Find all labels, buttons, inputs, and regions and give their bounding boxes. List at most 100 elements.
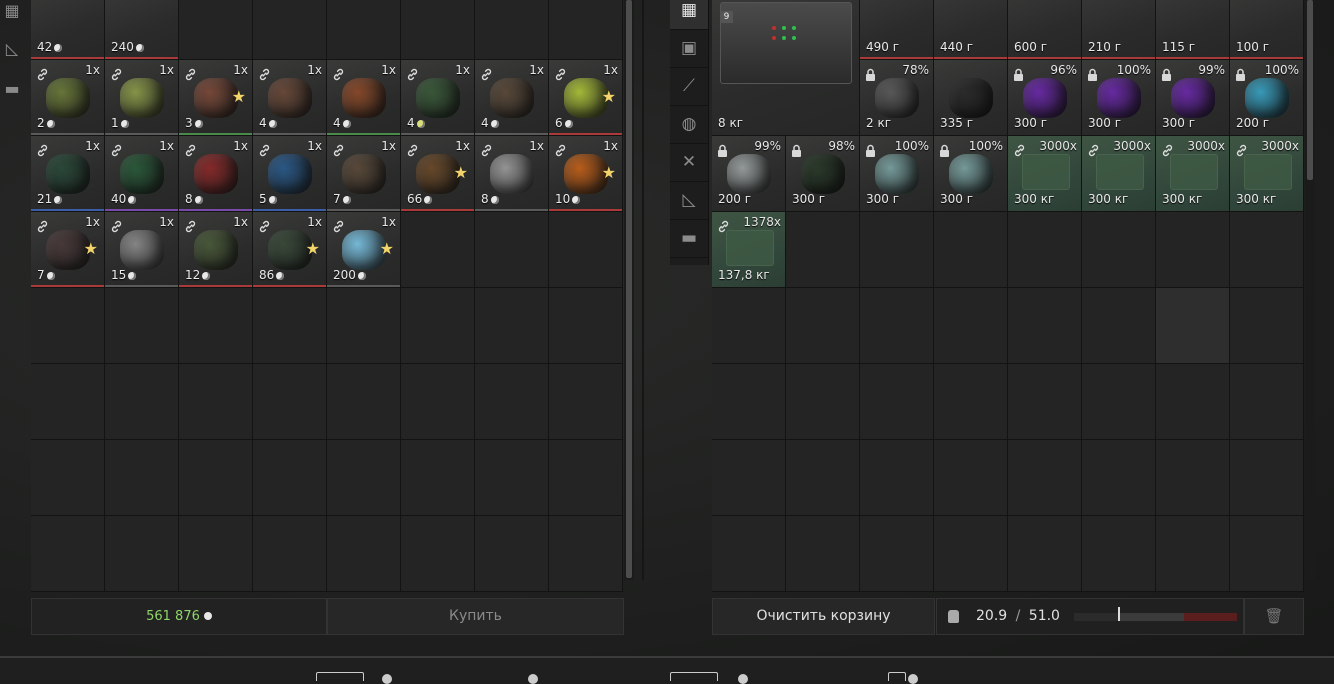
item-weight: 300 г xyxy=(1014,116,1048,130)
rarity-stripe xyxy=(327,285,400,287)
inventory-item[interactable]: 1x 15 xyxy=(105,212,179,288)
item-artwork xyxy=(874,77,919,118)
rarity-stripe xyxy=(31,57,104,59)
category-tab-backpack[interactable]: ▣ xyxy=(670,30,708,68)
weight-current: 20.9 xyxy=(976,608,1008,624)
inventory-item[interactable]: 1x 86 ★ xyxy=(253,212,327,288)
ruler-icon[interactable]: ◺ xyxy=(0,38,24,60)
rarity-stripe xyxy=(934,57,1007,59)
category-tab-helmet[interactable]: ◍ xyxy=(670,106,708,144)
trader-slot xyxy=(1156,516,1230,592)
right-scrollbar-thumb[interactable] xyxy=(1307,0,1313,180)
trader-item[interactable]: 335 г xyxy=(934,60,1008,136)
inventory-item[interactable]: 1x 66 ★ xyxy=(401,136,475,212)
trader-item[interactable]: 3000x 300 кг xyxy=(1008,136,1082,212)
inventory-slot xyxy=(327,364,401,440)
category-tab-tools[interactable]: ✕ xyxy=(670,144,708,182)
item-price: 200 xyxy=(333,268,366,282)
link-icon xyxy=(36,218,49,233)
item-weight: 300 кг xyxy=(1162,192,1203,206)
trader-item[interactable]: 3000x 300 кг xyxy=(1156,136,1230,212)
trader-item[interactable]: 210 г xyxy=(1082,0,1156,60)
inventory-item[interactable]: 1x 40 xyxy=(105,136,179,212)
inventory-item[interactable]: 1x 4 xyxy=(401,60,475,136)
coin-icon xyxy=(128,196,137,204)
item-durability: 99% xyxy=(754,139,781,153)
item-price: 240 xyxy=(111,40,144,54)
rarity-stripe xyxy=(1082,57,1155,59)
buy-button[interactable]: Купить xyxy=(327,598,624,635)
inventory-item[interactable]: 1x 5 xyxy=(253,136,327,212)
trader-item-large[interactable]: 9 8 кг xyxy=(712,0,860,136)
trader-item[interactable]: 100% 300 г xyxy=(934,136,1008,212)
category-tab-rifle[interactable]: ⟋ xyxy=(670,68,708,106)
trader-item[interactable]: 3000x 300 кг xyxy=(1082,136,1156,212)
rifle-icon: ⟋ xyxy=(683,76,695,96)
inventory-item[interactable]: 1x 3 ★ xyxy=(179,60,253,136)
inventory-item[interactable]: 1x 4 xyxy=(475,60,549,136)
trader-item[interactable]: 100% 200 г xyxy=(1230,60,1304,136)
link-icon xyxy=(332,142,345,157)
inventory-slot[interactable]: 42 xyxy=(31,0,105,60)
link-icon xyxy=(332,66,345,81)
inventory-item[interactable]: 1x 2 xyxy=(31,60,105,136)
trader-item[interactable]: 99% 300 г xyxy=(1156,60,1230,136)
link-icon xyxy=(1013,142,1026,157)
trader-item[interactable]: 99% 200 г xyxy=(712,136,786,212)
trader-item[interactable]: 440 г xyxy=(934,0,1008,60)
trader-item[interactable]: 98% 300 г xyxy=(786,136,860,212)
rarity-stripe xyxy=(179,285,252,287)
item-quantity: 1x xyxy=(159,63,174,77)
archive-icon[interactable]: ▬ xyxy=(0,78,24,100)
left-scrollbar[interactable] xyxy=(624,0,634,580)
trader-item[interactable]: 600 г xyxy=(1008,0,1082,60)
trader-item[interactable]: 490 г xyxy=(860,0,934,60)
inventory-item[interactable]: 1x 4 xyxy=(253,60,327,136)
trader-slot xyxy=(1156,288,1230,364)
inventory-item[interactable]: 1x 8 xyxy=(475,136,549,212)
item-weight: 100 г xyxy=(1236,40,1270,54)
inventory-item[interactable]: 1x 200 ★ xyxy=(327,212,401,288)
trader-item[interactable]: 100 г xyxy=(1230,0,1304,60)
coin-icon xyxy=(194,196,203,204)
inventory-slot xyxy=(31,364,105,440)
item-price-value: 1 xyxy=(111,116,119,130)
right-scrollbar[interactable] xyxy=(1305,0,1315,580)
trader-item[interactable]: 3000x 300 кг xyxy=(1230,136,1304,212)
link-icon xyxy=(1087,142,1100,157)
inventory-item[interactable]: 1x 8 xyxy=(179,136,253,212)
link-icon xyxy=(184,142,197,157)
inventory-item[interactable]: 1x 7 xyxy=(327,136,401,212)
trader-item[interactable]: 1378x 137,8 кг xyxy=(712,212,786,288)
item-artwork xyxy=(45,153,90,194)
trash-button[interactable]: 🗑 xyxy=(1244,598,1304,635)
left-scrollbar-thumb[interactable] xyxy=(626,0,632,578)
trader-item[interactable]: 78% 2 кг xyxy=(860,60,934,136)
category-tab-ruler[interactable]: ◺ xyxy=(670,182,708,220)
coin-icon xyxy=(268,120,277,128)
trader-item[interactable]: 100% 300 г xyxy=(1082,60,1156,136)
player-inventory-grid: 42 240 1x 2 1x 1 1x 3 ★ 1x 4 1x 4 1x 4 1x 4 1x 6 ★ 1x 21 1x 40 1… xyxy=(31,0,623,592)
inventory-slot[interactable]: 240 xyxy=(105,0,179,60)
grid-icon[interactable]: ▦ xyxy=(0,0,24,22)
category-tab-grid[interactable]: ▦ xyxy=(670,0,708,30)
trader-item[interactable]: 115 г xyxy=(1156,0,1230,60)
inventory-slot xyxy=(475,364,549,440)
inventory-slot xyxy=(253,364,327,440)
kettlebell-icon xyxy=(948,610,959,623)
trader-item[interactable]: 100% 300 г xyxy=(860,136,934,212)
inventory-slot xyxy=(253,0,327,60)
inventory-item[interactable]: 1x 7 ★ xyxy=(31,212,105,288)
item-price-value: 7 xyxy=(37,268,45,282)
clear-cart-button[interactable]: Очистить корзину xyxy=(712,598,935,635)
inventory-item[interactable]: 1x 21 xyxy=(31,136,105,212)
inventory-item[interactable]: 1x 12 xyxy=(179,212,253,288)
inventory-item[interactable]: 1x 10 ★ xyxy=(549,136,623,212)
item-quantity: 1x xyxy=(233,215,248,229)
category-tab-archive[interactable]: ▬ xyxy=(670,220,708,258)
inventory-item[interactable]: 1x 1 xyxy=(105,60,179,136)
trader-item[interactable]: 96% 300 г xyxy=(1008,60,1082,136)
item-price-value: 12 xyxy=(185,268,201,282)
inventory-item[interactable]: 1x 4 xyxy=(327,60,401,136)
inventory-item[interactable]: 1x 6 ★ xyxy=(549,60,623,136)
